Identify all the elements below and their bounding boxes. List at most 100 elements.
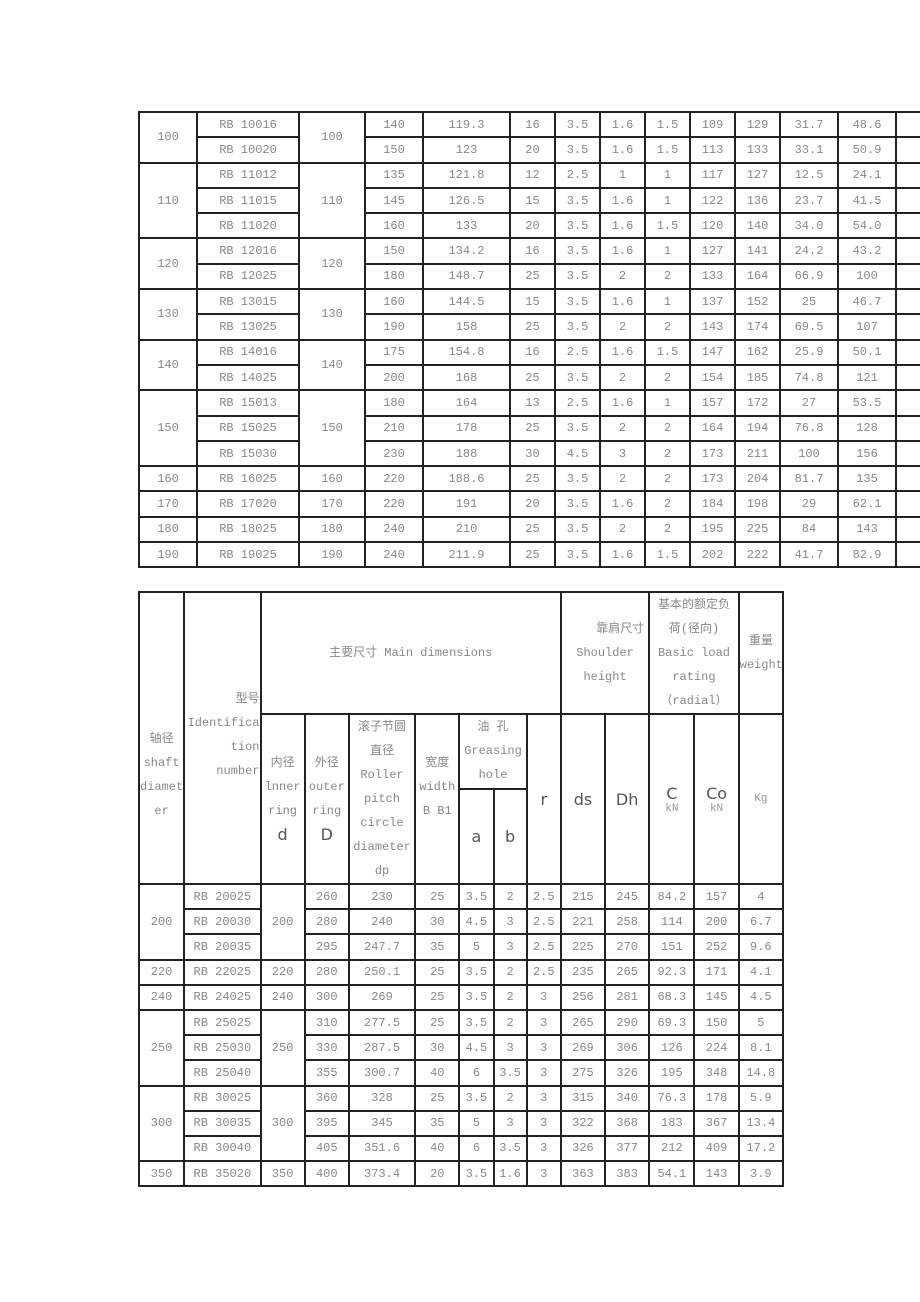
table-row: 110 RB 11012 110 135 121.8 12 2.5 1 1 117 127 12.5 2… (138, 161, 920, 240)
value-cell: 5 (737, 1008, 785, 1037)
value-cell: 340 (604, 1084, 651, 1112)
shaft-diameter-cell: 190 (138, 541, 198, 569)
value-cell: 3.5 (554, 414, 601, 442)
value-cell: 2 (492, 1008, 528, 1037)
value-cell: 2.5 (525, 908, 562, 936)
identification-cell: RB 11020 (196, 212, 300, 240)
value-cell: 184 (689, 490, 736, 518)
identification-cell: RB 25025 (183, 1008, 262, 1037)
value-cell: 135 (364, 161, 424, 189)
value-cell: 150 (364, 136, 424, 164)
value-cell: 3 (492, 933, 528, 961)
inner-diameter-cell: 140 (298, 338, 366, 392)
value-cell: 2 (644, 414, 691, 442)
table-row: 100 RB 10016 100 140 119.3 16 3.5 1.6 1.5 109 129 3… (138, 110, 920, 164)
value-cell: 119.3 (422, 110, 511, 139)
value-cell: 151 (648, 933, 696, 961)
identification-cell: RB 20030 (183, 908, 262, 936)
value-cell: 164 (734, 262, 781, 291)
value-cell: 17.2 (737, 1134, 785, 1163)
table-row: 130 RB 13015 130 160 144.5 15 3.5 1.6 1 137 152 25 4… (138, 288, 920, 341)
identification-cell: RB 11012 (196, 161, 300, 189)
value-cell: 40 (414, 1059, 461, 1087)
value-cell: 4 (737, 882, 785, 911)
value-cell: 224 (693, 1034, 740, 1062)
value-cell: 109 (689, 110, 736, 139)
value-cell: 141 (734, 237, 781, 265)
shaft-diameter-cell: 350 (137, 1160, 186, 1188)
value-cell: 3.5 (458, 1084, 495, 1112)
empty-cell (895, 237, 920, 265)
value-cell: 395 (303, 1109, 350, 1137)
shaft-diameter-cell: 180 (138, 515, 198, 544)
value-cell: 345 (347, 1109, 417, 1137)
value-cell: 129 (734, 110, 781, 139)
value-cell: 128 (837, 414, 897, 442)
value-cell: 247.7 (347, 933, 417, 961)
table-row: RB 11020 160 133 20 3.5 1.6 1.5 120 140 34.0 54.0 (139, 212, 920, 240)
value-cell: 122 (689, 186, 736, 215)
value-cell: 140 (364, 110, 424, 139)
value-cell: 66.9 (779, 262, 839, 291)
header-Dh: Dh (604, 713, 651, 885)
value-cell: 25 (509, 541, 556, 569)
value-cell: 154.8 (422, 338, 511, 366)
header-width: 宽度 width B B1 (414, 713, 461, 885)
value-cell: 5.9 (737, 1084, 785, 1112)
value-cell: 2 (599, 515, 646, 544)
value-cell: 1.6 (599, 136, 646, 164)
value-cell: 3.5 (554, 465, 601, 493)
value-cell: 156 (837, 439, 897, 468)
value-cell: 178 (422, 414, 511, 442)
value-cell: 68.3 (648, 983, 696, 1011)
value-cell: 25 (414, 1008, 461, 1037)
value-cell: 269 (347, 983, 417, 1011)
table-row: 300 RB 30025 300 360 328 25 3.5 2 3 315 340 76.3 178… (137, 1084, 785, 1163)
value-cell: 211.9 (422, 541, 511, 569)
value-cell: 250.1 (347, 958, 417, 986)
value-cell: 6.7 (737, 908, 785, 936)
value-cell: 2 (599, 414, 646, 442)
value-cell: 1.5 (644, 212, 691, 240)
value-cell: 76.8 (779, 414, 839, 442)
value-cell: 300.7 (347, 1059, 417, 1087)
identification-cell: RB 10020 (196, 136, 300, 164)
value-cell: 74.8 (779, 363, 839, 392)
table-row: 150 RB 15013 150 180 164 13 2.5 1.6 1 157 172 27 53.… (138, 389, 920, 468)
value-cell: 6 (458, 1134, 495, 1163)
value-cell: 25 (414, 983, 461, 1011)
value-cell: 35 (414, 1109, 461, 1137)
value-cell: 92.3 (648, 958, 696, 986)
value-cell: 25.9 (779, 338, 839, 366)
shaft-diameter-cell: 300 (137, 1084, 186, 1163)
identification-cell: RB 13025 (196, 313, 300, 341)
empty-cell (895, 363, 920, 392)
value-cell: 1 (599, 161, 646, 189)
value-cell: 180 (364, 389, 424, 417)
empty-cell (895, 262, 920, 291)
value-cell: 62.1 (837, 490, 897, 518)
table-row: 120 RB 12016 120 150 134.2 16 3.5 1.6 1 127 141 24.… (138, 237, 920, 291)
value-cell: 164 (422, 389, 511, 417)
value-cell: 2 (644, 262, 691, 291)
value-cell: 3 (525, 1109, 562, 1137)
value-cell: 25 (414, 1084, 461, 1112)
table-row: 180 RB 18025 180 240 210 25 3.5 2 2 195 225 84 143 (138, 515, 920, 544)
value-cell: 1.6 (599, 541, 646, 569)
table-row: RB 30035 395 345 35 5 3 3 322 368 183 367 13.4 (139, 1109, 785, 1137)
bearing-table-lower: 轴径 shaft diamet er 型号 Identifica tion numbe… (137, 591, 785, 1188)
value-cell: 173 (689, 439, 736, 468)
table-row: 190 RB 19025 190 240 211.9 25 3.5 1.6 1.5 202 222 4… (138, 541, 920, 569)
value-cell: 25 (779, 288, 839, 316)
inner-diameter-cell: 250 (259, 1008, 306, 1087)
identification-cell: RB 15013 (196, 389, 300, 417)
value-cell: 9.6 (737, 933, 785, 961)
header-a: a (458, 787, 495, 886)
header-shoulder-height: 靠肩尺寸 Shoulder height (559, 591, 651, 715)
identification-cell: RB 10016 (196, 110, 300, 139)
value-cell: 127 (689, 237, 736, 265)
value-cell: 368 (604, 1109, 651, 1137)
table-row: RB 15030 230 188 30 4.5 3 2 173 211 100 156 (139, 439, 920, 468)
value-cell: 41.5 (837, 186, 897, 215)
value-cell: 2 (644, 465, 691, 493)
